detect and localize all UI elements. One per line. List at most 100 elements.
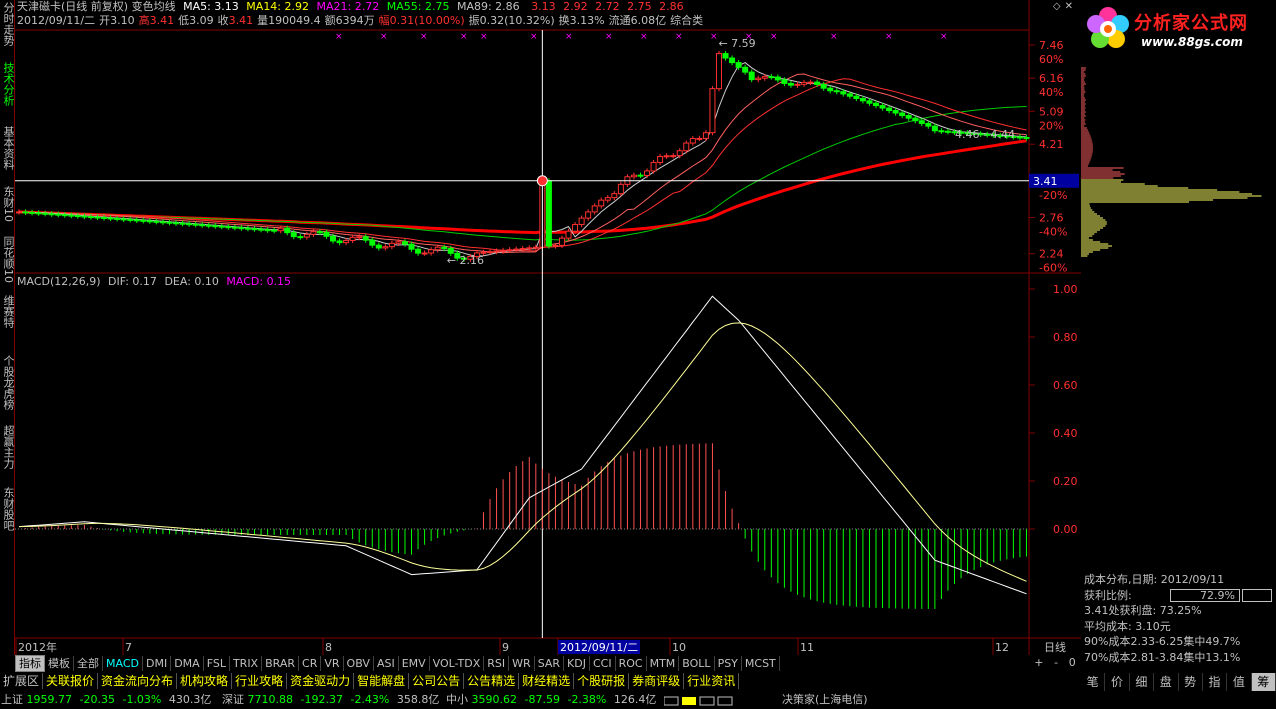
candle-body <box>226 227 231 228</box>
indicator-dma[interactable]: DMA <box>171 656 204 671</box>
macd-axis-label: 0.00 <box>1053 523 1078 536</box>
candle-body <box>115 218 120 219</box>
window-controls[interactable]: ◇✕ <box>1053 1 1077 12</box>
function-tab-12[interactable]: 行业资讯 <box>684 673 739 689</box>
function-tab-5[interactable]: 资金驱动力 <box>287 673 354 689</box>
indicator-wr[interactable]: WR <box>509 656 535 671</box>
indicator-roc[interactable]: ROC <box>616 656 647 671</box>
ma14-value: MA14: 2.92 <box>246 0 309 13</box>
candle-body <box>749 72 754 79</box>
indicator-mtm[interactable]: MTM <box>647 656 680 671</box>
macd-axis-label: 0.80 <box>1053 331 1078 344</box>
indicator-指标[interactable]: 指标 <box>15 655 45 672</box>
candle-body <box>514 249 519 250</box>
candle-body <box>167 222 172 223</box>
panel-tab-2[interactable]: 细 <box>1130 673 1154 691</box>
low-label: 低 <box>178 14 189 27</box>
side-tab-2[interactable]: 基本资料 <box>0 126 14 170</box>
panel-tab-4[interactable]: 势 <box>1179 673 1203 691</box>
side-tab-0[interactable]: 分时走势 <box>0 2 14 46</box>
indicator-asi[interactable]: ASI <box>374 656 399 671</box>
sh-index[interactable]: 上证 1959.77 -20.35 -1.03% 430.3亿 <box>1 691 211 709</box>
indicator-cr[interactable]: CR <box>299 656 321 671</box>
candle-body <box>939 131 944 132</box>
panel-tab-0[interactable]: 笔 <box>1081 673 1105 691</box>
candle-body <box>762 77 767 79</box>
candle-body <box>867 101 872 103</box>
indicator-macd[interactable]: MACD <box>103 656 143 671</box>
indicator-mcst[interactable]: MCST <box>742 656 780 671</box>
date-axis-label: 8 <box>325 641 332 654</box>
panel-tab-1[interactable]: 价 <box>1105 673 1129 691</box>
side-tab-7[interactable]: 超赢主力 <box>0 425 14 469</box>
indicator-vr[interactable]: VR <box>321 656 343 671</box>
side-tab-4[interactable]: 同花顺10 <box>0 236 14 283</box>
sh-amount: 430.3亿 <box>169 693 212 706</box>
indicator-dmi[interactable]: DMI <box>143 656 171 671</box>
side-tab-8[interactable]: 东财股吧 <box>0 487 14 531</box>
function-tab-11[interactable]: 券商评级 <box>629 673 684 689</box>
indicator-boll[interactable]: BOLL <box>679 656 714 671</box>
indicator-sar[interactable]: SAR <box>535 656 564 671</box>
candle-body <box>219 226 224 227</box>
side-tab-5[interactable]: 维赛特 <box>0 295 14 328</box>
indicator-rsi[interactable]: RSI <box>484 656 509 671</box>
panel-tab-6[interactable]: 值 <box>1227 673 1251 691</box>
dif-line <box>19 296 1027 594</box>
sz-index[interactable]: 深证 7710.88 -192.37 -2.43% 358.8亿 <box>222 691 439 709</box>
function-tab-10[interactable]: 个股研报 <box>574 673 629 689</box>
indicator-brar[interactable]: BRAR <box>262 656 299 671</box>
indicator-fsl[interactable]: FSL <box>204 656 230 671</box>
profit-ratio-box: 72.9% <box>1170 589 1240 602</box>
close-icon[interactable]: ✕ <box>1065 1 1077 12</box>
candle-body <box>331 236 336 241</box>
function-tab-2[interactable]: 资金流向分布 <box>98 673 177 689</box>
indicator-模板[interactable]: 模板 <box>45 656 74 671</box>
function-tab-0[interactable]: 扩展区 <box>0 673 43 689</box>
function-tab-7[interactable]: 公司公告 <box>409 673 464 689</box>
side-tab-bar: 分时走势技术分析基本资料东财10 同花顺10 维赛特个股龙虎榜超赢主力东财股吧 <box>0 0 15 655</box>
function-tab-6[interactable]: 智能解盘 <box>354 673 409 689</box>
candle-body <box>599 200 604 206</box>
low-value: 3.09 <box>189 14 214 27</box>
candle-body <box>62 215 67 216</box>
function-tab-8[interactable]: 公告精选 <box>464 673 519 689</box>
panel-tab-7[interactable]: 筹 <box>1252 673 1276 691</box>
function-tab-9[interactable]: 财经精选 <box>519 673 574 689</box>
kline-chart[interactable]: 7.4660%6.1640%5.0920%4.213.41-20%2.76-40… <box>15 0 1081 655</box>
side-tab-1[interactable]: 技术分析 <box>0 62 14 106</box>
candle-body <box>95 217 100 218</box>
candle-body <box>900 113 905 116</box>
chart-area[interactable]: 7.4660%6.1640%5.0920%4.213.41-20%2.76-40… <box>15 0 1081 655</box>
zx-amount: 126.4亿 <box>614 693 657 706</box>
indicator-trix[interactable]: TRIX <box>230 656 262 671</box>
restore-icon[interactable]: ◇ <box>1053 1 1065 12</box>
candle-body <box>559 238 564 245</box>
panel-tab-bar: 笔价细盘势指值筹 <box>1081 673 1276 691</box>
candle-body <box>873 103 878 105</box>
cost-90: 90%成本2.33-6.25集中49.7% <box>1084 634 1274 650</box>
indicator-emv[interactable]: EMV <box>399 656 430 671</box>
event-mark: × <box>380 32 388 42</box>
indicator-kdj[interactable]: KDJ <box>564 656 590 671</box>
zx-index[interactable]: 中小 3590.62 -87.59 -2.38% 126.4亿 <box>446 691 656 709</box>
indicator-obv[interactable]: OBV <box>344 656 374 671</box>
period-label[interactable]: 日线 <box>1029 640 1081 655</box>
side-tab-3[interactable]: 东财10 <box>0 186 14 222</box>
candle-body <box>533 247 538 248</box>
sh-label: 上证 <box>1 693 23 706</box>
panel-tab-5[interactable]: 指 <box>1203 673 1227 691</box>
date-axis-label: 2012年 <box>18 640 57 654</box>
indicator-psy[interactable]: PSY <box>715 656 742 671</box>
indicator-cci[interactable]: CCI <box>590 656 616 671</box>
indicator-vol-tdx[interactable]: VOL-TDX <box>430 656 485 671</box>
function-tab-4[interactable]: 行业攻略 <box>232 673 287 689</box>
candle-body <box>56 214 61 215</box>
cursor-marker <box>537 176 547 186</box>
zx-percent: -2.38% <box>567 693 606 706</box>
function-tab-3[interactable]: 机构攻略 <box>177 673 232 689</box>
function-tab-1[interactable]: 关联报价 <box>43 673 98 689</box>
side-tab-6[interactable]: 个股龙虎榜 <box>0 355 14 410</box>
indicator-全部[interactable]: 全部 <box>74 656 103 671</box>
panel-tab-3[interactable]: 盘 <box>1154 673 1178 691</box>
